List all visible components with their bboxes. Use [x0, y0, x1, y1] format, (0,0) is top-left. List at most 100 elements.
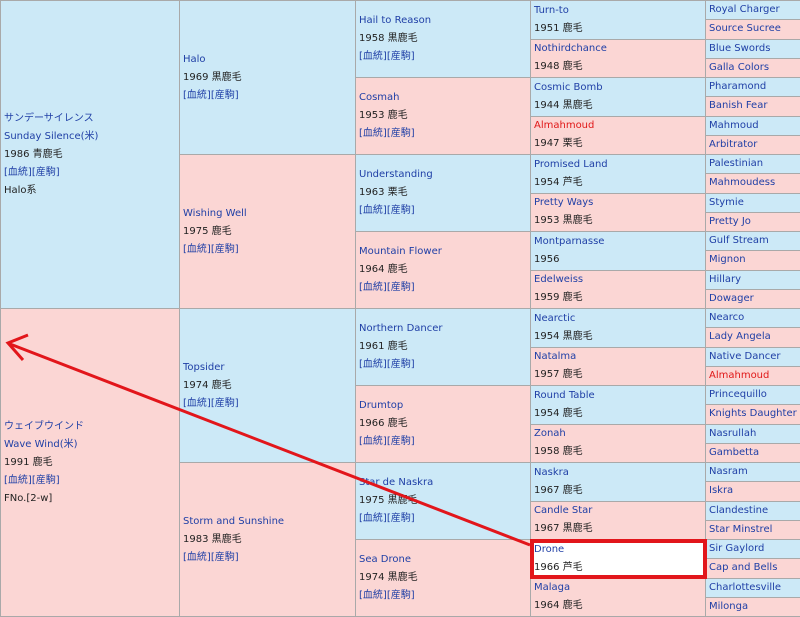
offspring-link[interactable]: [産駒]	[387, 205, 415, 216]
horse-name[interactable]: Gambetta	[709, 444, 800, 462]
horse-name[interactable]: Source Sucree	[709, 20, 800, 38]
birth-year-color: 1957 鹿毛	[534, 366, 705, 384]
horse-name[interactable]: Montparnasse	[534, 233, 705, 251]
horse-name[interactable]: Arbitrator	[709, 136, 800, 154]
pedigree-link[interactable]: [血統]	[183, 398, 211, 409]
horse-name[interactable]: Almahmoud	[709, 367, 800, 385]
offspring-link[interactable]: [産駒]	[211, 552, 239, 563]
offspring-link[interactable]: [産駒]	[387, 513, 415, 524]
horse-name[interactable]: Hail to Reason	[359, 12, 530, 30]
horse-name[interactable]: Natalma	[534, 348, 705, 366]
horse-name[interactable]: Promised Land	[534, 156, 705, 174]
pedigree-link[interactable]: [血統]	[359, 590, 387, 601]
horse-name[interactable]: Pretty Ways	[534, 194, 705, 212]
horse-name[interactable]: Galla Colors	[709, 59, 800, 77]
horse-name[interactable]: Understanding	[359, 166, 530, 184]
horse-name[interactable]: Nearco	[709, 309, 800, 327]
horse-name[interactable]: Mountain Flower	[359, 243, 530, 261]
gen5-cell: Lady Angela	[706, 328, 800, 347]
horse-name[interactable]: Princequillo	[709, 386, 800, 404]
pedigree-link[interactable]: [血統]	[359, 51, 387, 62]
horse-name[interactable]: Blue Swords	[709, 40, 800, 58]
pedigree-link[interactable]: [血統]	[183, 552, 211, 563]
pedigree-row: ウェイブウインドWave Wind(米)1991 鹿毛[血統][産駒]FNo.[…	[1, 309, 800, 328]
horse-name[interactable]: Cap and Bells	[709, 559, 800, 577]
offspring-link[interactable]: [産駒]	[387, 51, 415, 62]
horse-name[interactable]: Iskra	[709, 482, 800, 500]
horse-name-en[interactable]: Sunday Silence(米)	[4, 128, 179, 146]
offspring-link[interactable]: [産駒]	[387, 128, 415, 139]
offspring-link[interactable]: [産駒]	[387, 590, 415, 601]
horse-name[interactable]: Dowager	[709, 290, 800, 308]
horse-name[interactable]: Almahmoud	[534, 117, 705, 135]
horse-name[interactable]: Halo	[183, 51, 355, 69]
horse-name[interactable]: Mahmoudess	[709, 174, 800, 192]
gen3-cell: Star de Naskra1975 黒鹿毛[血統][産駒]	[356, 463, 531, 540]
pedigree-link[interactable]: [血統]	[359, 513, 387, 524]
horse-name[interactable]: Palestinian	[709, 155, 800, 173]
horse-name[interactable]: Edelweiss	[534, 271, 705, 289]
horse-name[interactable]: Northern Dancer	[359, 320, 530, 338]
horse-name[interactable]: Royal Charger	[709, 1, 800, 19]
horse-name[interactable]: Banish Fear	[709, 97, 800, 115]
offspring-link[interactable]: [産駒]	[211, 398, 239, 409]
gen3-cell: Sea Drone1974 黒鹿毛[血統][産駒]	[356, 540, 531, 617]
pedigree-link[interactable]: [血統]	[4, 167, 32, 178]
horse-name[interactable]: Cosmah	[359, 89, 530, 107]
offspring-link[interactable]: [産駒]	[211, 244, 239, 255]
horse-name[interactable]: Storm and Sunshine	[183, 513, 355, 531]
horse-name[interactable]: Topsider	[183, 359, 355, 377]
horse-name[interactable]: Gulf Stream	[709, 232, 800, 250]
horse-name-jp[interactable]: サンデーサイレンス	[4, 110, 179, 128]
horse-name[interactable]: Nasram	[709, 463, 800, 481]
pedigree-link[interactable]: [血統]	[359, 205, 387, 216]
horse-name[interactable]: Cosmic Bomb	[534, 79, 705, 97]
horse-name[interactable]: Drumtop	[359, 397, 530, 415]
pedigree-link[interactable]: [血統]	[4, 475, 32, 486]
horse-name[interactable]: Mahmoud	[709, 117, 800, 135]
offspring-link[interactable]: [産駒]	[387, 436, 415, 447]
horse-name[interactable]: Sea Drone	[359, 551, 530, 569]
pedigree-link[interactable]: [血統]	[359, 359, 387, 370]
horse-name[interactable]: Wishing Well	[183, 205, 355, 223]
horse-name[interactable]: Turn-to	[534, 2, 705, 20]
pedigree-link[interactable]: [血統]	[359, 282, 387, 293]
horse-name[interactable]: Nothirdchance	[534, 40, 705, 58]
horse-name[interactable]: Knights Daughter	[709, 405, 800, 423]
horse-name-en[interactable]: Wave Wind(米)	[4, 436, 179, 454]
horse-name[interactable]: Zonah	[534, 425, 705, 443]
gen5-cell: Source Sucree	[706, 20, 800, 39]
horse-name[interactable]: Drone	[534, 541, 705, 559]
family-number-label[interactable]: FNo.[2-w]	[4, 490, 179, 508]
horse-name-jp[interactable]: ウェイブウインド	[4, 418, 179, 436]
horse-name[interactable]: Candle Star	[534, 502, 705, 520]
horse-name[interactable]: Charlottesville	[709, 579, 800, 597]
horse-name[interactable]: Malaga	[534, 579, 705, 597]
offspring-link[interactable]: [産駒]	[32, 167, 60, 178]
horse-name[interactable]: Naskra	[534, 464, 705, 482]
horse-name[interactable]: Sir Gaylord	[709, 540, 800, 558]
offspring-link[interactable]: [産駒]	[211, 90, 239, 101]
horse-name[interactable]: Nearctic	[534, 310, 705, 328]
pedigree-link[interactable]: [血統]	[183, 90, 211, 101]
offspring-link[interactable]: [産駒]	[32, 475, 60, 486]
pedigree-link[interactable]: [血統]	[359, 128, 387, 139]
horse-name[interactable]: Star Minstrel	[709, 521, 800, 539]
horse-name[interactable]: Native Dancer	[709, 348, 800, 366]
horse-name[interactable]: Hillary	[709, 271, 800, 289]
horse-name[interactable]: Pharamond	[709, 78, 800, 96]
gen4-cell: Malaga1964 鹿毛	[531, 578, 706, 617]
horse-name[interactable]: Star de Naskra	[359, 474, 530, 492]
offspring-link[interactable]: [産駒]	[387, 282, 415, 293]
horse-name[interactable]: Stymie	[709, 194, 800, 212]
horse-name[interactable]: Lady Angela	[709, 328, 800, 346]
horse-name[interactable]: Mignon	[709, 251, 800, 269]
offspring-link[interactable]: [産駒]	[387, 359, 415, 370]
horse-name[interactable]: Pretty Jo	[709, 213, 800, 231]
horse-name[interactable]: Nasrullah	[709, 425, 800, 443]
pedigree-link[interactable]: [血統]	[183, 244, 211, 255]
horse-name[interactable]: Milonga	[709, 598, 800, 616]
horse-name[interactable]: Clandestine	[709, 502, 800, 520]
pedigree-link[interactable]: [血統]	[359, 436, 387, 447]
horse-name[interactable]: Round Table	[534, 387, 705, 405]
